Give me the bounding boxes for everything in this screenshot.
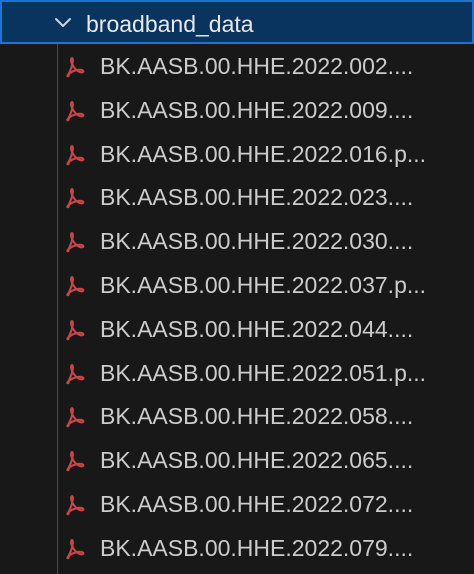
pdf-icon: [62, 361, 88, 387]
file-row[interactable]: BK.AASB.00.HHE.2022.030....: [0, 219, 474, 263]
file-row[interactable]: BK.AASB.00.HHE.2022.002....: [0, 44, 474, 88]
file-name: BK.AASB.00.HHE.2022.051.p...: [100, 359, 427, 386]
pdf-icon: [62, 185, 88, 211]
pdf-icon: [62, 404, 88, 430]
file-row[interactable]: BK.AASB.00.HHE.2022.037.p...: [0, 263, 474, 307]
pdf-icon: [62, 142, 88, 168]
pdf-icon: [62, 492, 88, 518]
file-name: BK.AASB.00.HHE.2022.058....: [100, 403, 414, 430]
pdf-icon: [62, 317, 88, 343]
file-name: BK.AASB.00.HHE.2022.002....: [100, 53, 414, 79]
pdf-icon: [62, 273, 88, 299]
file-name: BK.AASB.00.HHE.2022.072....: [100, 490, 414, 517]
pdf-icon: [62, 98, 88, 124]
file-row[interactable]: BK.AASB.00.HHE.2022.051.p...: [0, 351, 474, 395]
pdf-icon: [62, 229, 88, 255]
file-name: BK.AASB.00.HHE.2022.037.p...: [100, 271, 427, 298]
file-name: BK.AASB.00.HHE.2022.009....: [100, 96, 414, 123]
chevron-down-icon[interactable]: [53, 13, 73, 33]
file-row[interactable]: BK.AASB.00.HHE.2022.079....: [0, 526, 474, 570]
file-explorer: broadband_data BK.AASB.00.HHE.2022.002..…: [0, 0, 474, 574]
folder-name: broadband_data: [86, 11, 254, 37]
file-row[interactable]: BK.AASB.00.HHE.2022.023....: [0, 175, 474, 219]
file-row[interactable]: BK.AASB.00.HHE.2022.016.p...: [0, 132, 474, 176]
file-row[interactable]: BK.AASB.00.HHE.2022.009....: [0, 88, 474, 132]
file-row[interactable]: BK.AASB.00.HHE.2022.044....: [0, 307, 474, 351]
pdf-icon: [62, 448, 88, 474]
pdf-icon: [62, 54, 88, 80]
file-list: BK.AASB.00.HHE.2022.002.... BK.AASB.00.HH…: [0, 44, 474, 570]
file-name: BK.AASB.00.HHE.2022.030....: [100, 228, 414, 255]
file-name: BK.AASB.00.HHE.2022.023....: [100, 184, 414, 211]
pdf-icon: [62, 536, 88, 562]
file-name: BK.AASB.00.HHE.2022.065....: [100, 447, 414, 474]
file-name: BK.AASB.00.HHE.2022.016.p...: [100, 140, 427, 167]
file-row[interactable]: BK.AASB.00.HHE.2022.058....: [0, 394, 474, 438]
file-row[interactable]: BK.AASB.00.HHE.2022.072....: [0, 482, 474, 526]
file-name: BK.AASB.00.HHE.2022.044....: [100, 315, 414, 342]
file-row[interactable]: BK.AASB.00.HHE.2022.065....: [0, 438, 474, 482]
file-name: BK.AASB.00.HHE.2022.079....: [100, 534, 414, 561]
folder-row-broadband-data[interactable]: broadband_data: [0, 0, 474, 44]
